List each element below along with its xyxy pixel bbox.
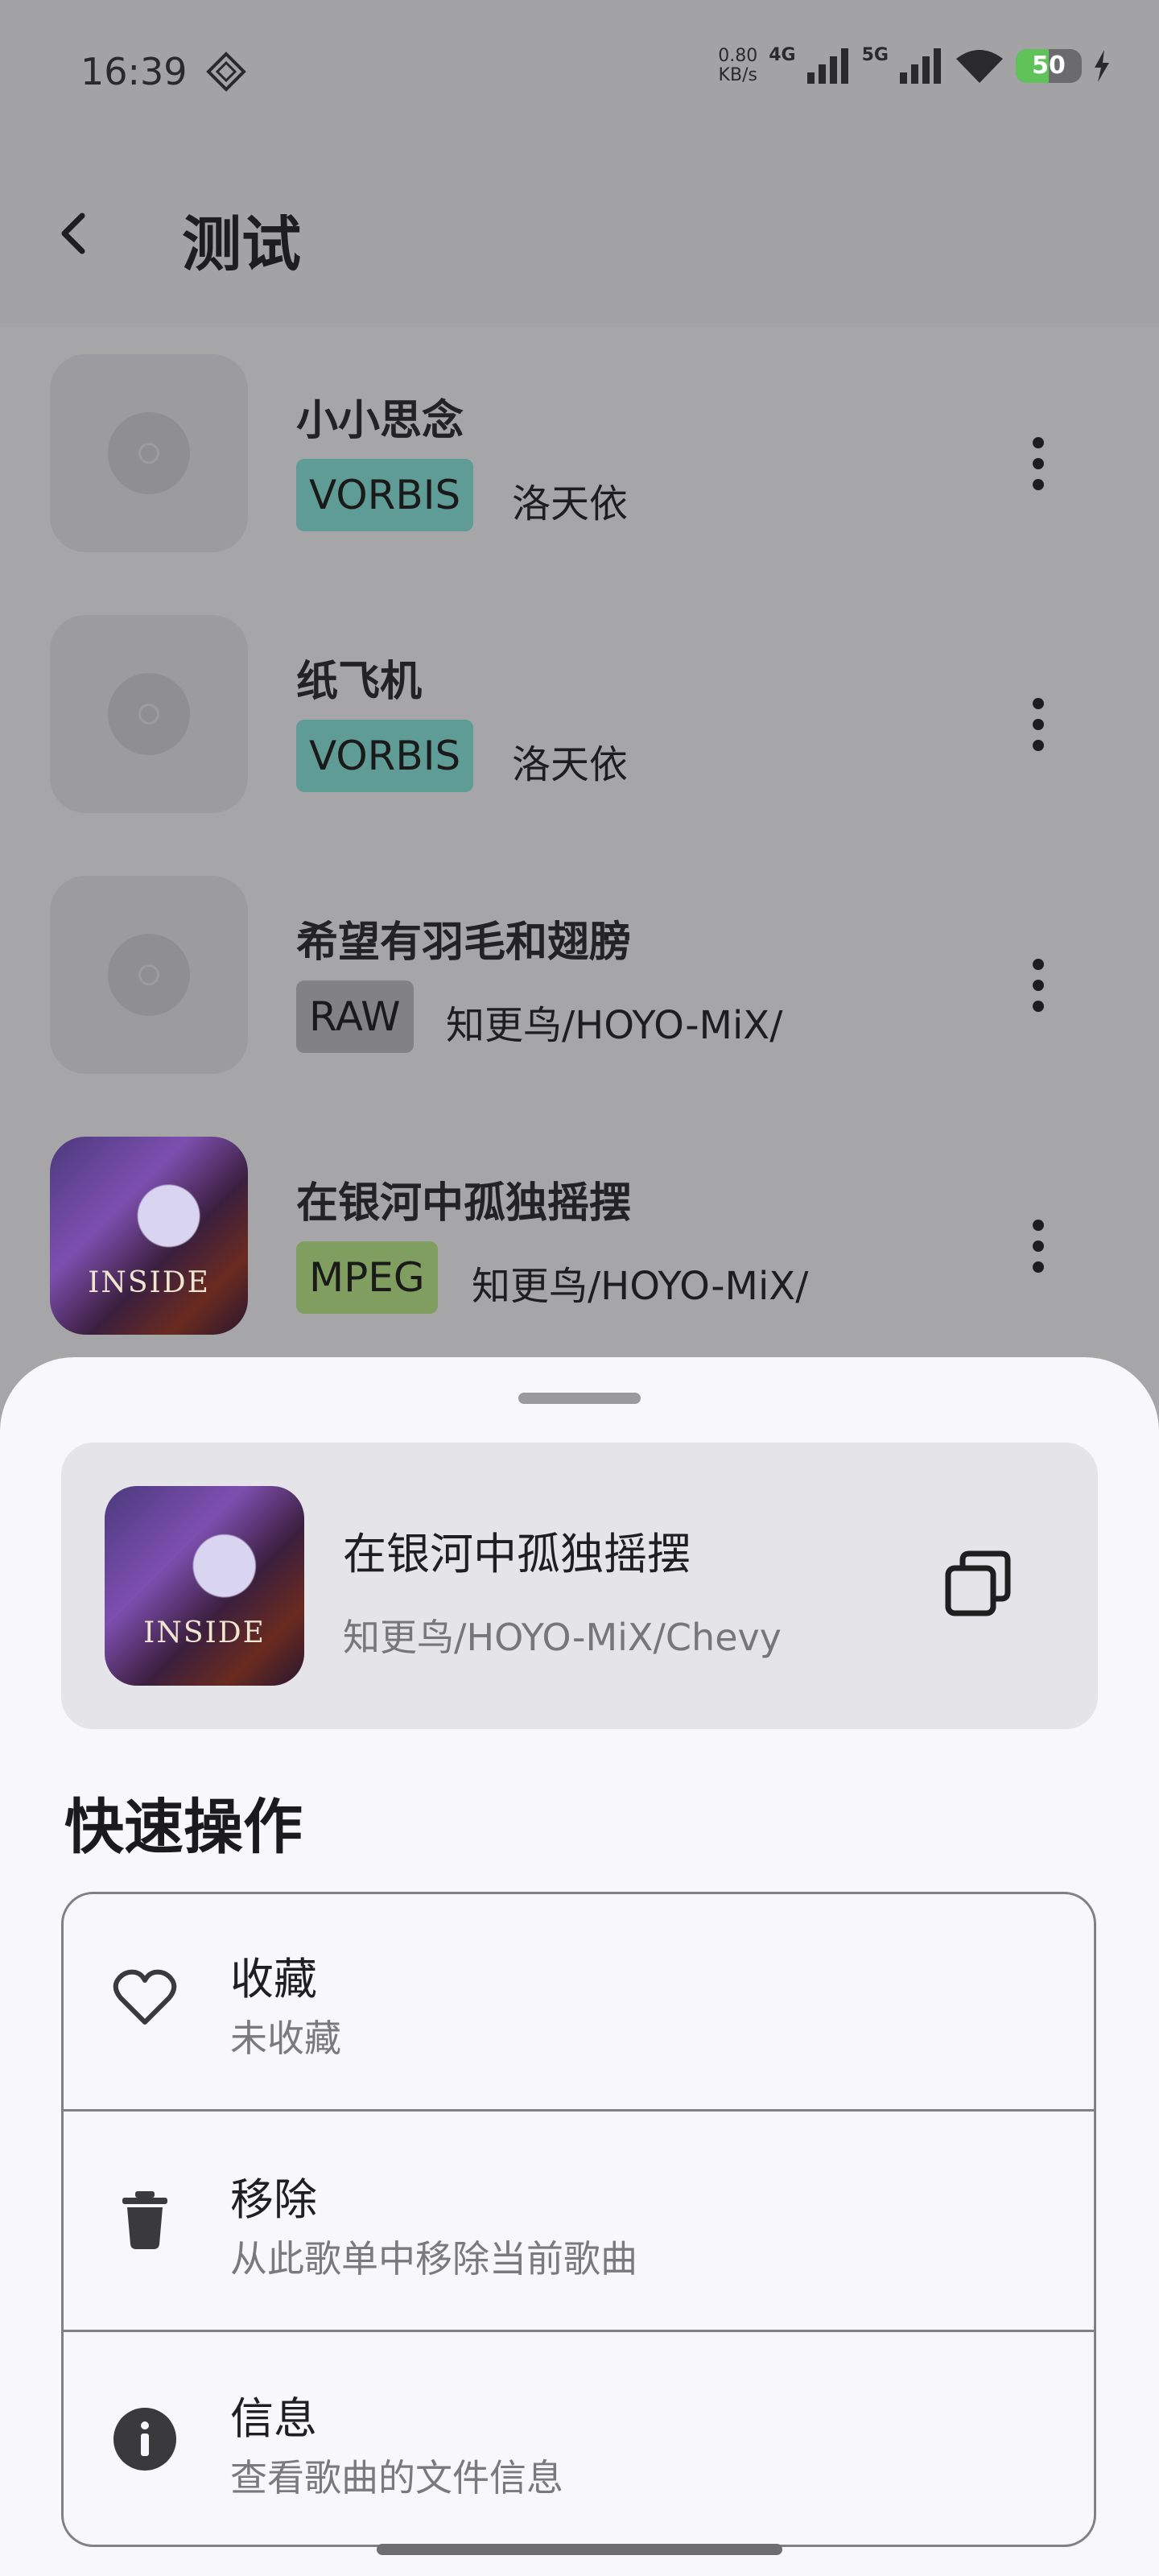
info-icon [113,2407,177,2471]
disc-icon [108,673,190,755]
song-artist: 知更鸟/HOYO-MiX/ [472,1264,809,1309]
more-options-button[interactable] [1022,953,1054,1018]
format-tag: MPEG [296,1241,438,1314]
divider [61,2109,1096,2112]
status-indicators: 0.80 KB/s 4G 5G 50 [718,44,1111,85]
format-tag: RAW [296,980,414,1053]
song-artist: 知更鸟/HOYO-MiX/ [446,1003,783,1048]
more-options-button[interactable] [1022,431,1054,496]
song-artist: 洛天依 [512,481,629,526]
action-title: 收藏 [230,1954,317,2004]
signal-4g-label: 4G [769,44,796,65]
action-subtitle: 查看歌曲的文件信息 [230,2456,563,2500]
back-button[interactable] [48,201,97,266]
signal-bars-icon [806,48,848,84]
list-item[interactable]: INSIDE 在银河中孤独摇摆 MPEG 知更鸟/HOYO-MiX/ [0,1116,1159,1375]
action-subtitle: 未收藏 [230,2017,341,2060]
song-title: 纸飞机 [296,658,423,706]
status-time: 16:39 [80,50,188,93]
copy-icon[interactable] [943,1549,1013,1618]
more-options-button[interactable] [1022,692,1054,757]
info-action[interactable] [61,2333,1096,2552]
song-cover-placeholder [50,615,248,813]
now-playing-cover: INSIDE [105,1486,304,1686]
heart-outline-icon [113,1966,177,2030]
more-options-button[interactable] [1022,1214,1054,1278]
net-speed: 0.80 KB/s [718,46,758,85]
song-cover-placeholder [50,354,248,552]
disc-icon [108,412,190,494]
trash-icon [113,2188,177,2252]
remove-action[interactable] [61,2112,1096,2331]
list-item[interactable]: 希望有羽毛和翅膀 RAW 知更鸟/HOYO-MiX/ [0,855,1159,1114]
home-indicator[interactable] [377,2544,782,2555]
song-cover-placeholder [50,876,248,1074]
format-tag: VORBIS [296,459,474,531]
action-title: 移除 [230,2174,317,2225]
signal-5g-label: 5G [861,44,889,65]
battery-indicator: 50 [1016,49,1082,83]
song-title: 小小思念 [296,397,464,445]
wifi-icon [956,50,1003,83]
action-title: 信息 [230,2393,317,2444]
app-status-icon [206,52,246,92]
list-item[interactable]: 纸飞机 VORBIS 洛天依 [0,594,1159,853]
divider [61,2330,1096,2332]
section-title: 快速操作 [64,1793,303,1862]
song-artist: 洛天依 [512,742,629,787]
signal-bars-icon [900,48,941,84]
now-playing-title: 在银河中孤独摇摆 [343,1529,691,1579]
action-subtitle: 从此歌单中移除当前歌曲 [230,2237,637,2281]
song-title: 在银河中孤独摇摆 [296,1179,632,1228]
now-playing-artist: 知更鸟/HOYO-MiX/Chevy [343,1616,782,1659]
sheet-drag-handle[interactable] [518,1393,641,1404]
chevron-left-icon [61,213,85,254]
song-cover-art: INSIDE [50,1137,248,1335]
list-item[interactable]: 小小思念 VORBIS 洛天依 [0,333,1159,592]
page-title: 测试 [182,210,301,279]
format-tag: VORBIS [296,720,474,792]
song-title: 希望有羽毛和翅膀 [296,919,632,967]
charging-icon [1095,50,1109,82]
favorite-action[interactable] [61,1893,1096,2112]
disc-icon [108,934,190,1016]
